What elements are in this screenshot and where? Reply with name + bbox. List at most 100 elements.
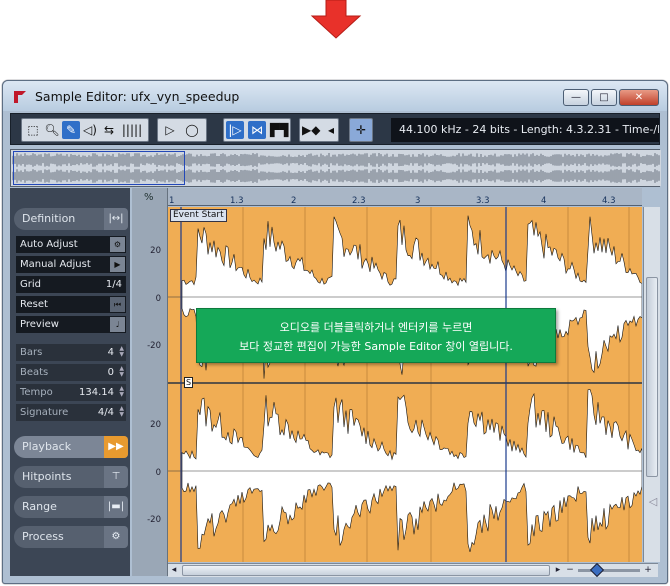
gear-icon: ⚙ [104, 526, 128, 548]
playback-section[interactable]: Playback ▶▶ [14, 436, 128, 458]
definition-section[interactable]: Definition |↔| [14, 208, 128, 230]
note-icon[interactable]: ♩ [110, 317, 125, 332]
cursor-icon[interactable]: ▶ [110, 257, 125, 272]
range-section[interactable]: Range |▬| [14, 496, 128, 518]
zoom-icon[interactable]: 🔍︎ [43, 121, 61, 139]
preview-row[interactable]: Preview ♩ [16, 316, 126, 333]
ruler-mark: 1 [169, 196, 175, 206]
waveform-editor[interactable]: Event Start S [168, 207, 642, 562]
scale-tick: 0 [155, 294, 161, 304]
bar-ruler[interactable]: 1 1.3 2 2.3 3 3.3 4 4.3 [168, 188, 642, 206]
ruler-mark: 1.3 [230, 196, 244, 206]
korean-tooltip: 오디오를 더블클릭하거나 엔터키를 누르면 보다 정교한 편집이 가능한 Sam… [196, 308, 556, 363]
bars-value[interactable]: 4 [108, 344, 114, 361]
bars-spinner-icon[interactable]: ▲ ▼ [119, 346, 124, 358]
percent-label: % [144, 192, 154, 203]
beats-row[interactable]: Beats 0 ▲ ▼ [16, 364, 126, 381]
signature-spinner-icon[interactable]: ▲ ▼ [119, 406, 124, 418]
overview-selection[interactable] [13, 151, 185, 185]
manual-adjust-row[interactable]: Manual Adjust ▶ [16, 256, 126, 273]
scroll-left-icon[interactable]: ◂ [168, 564, 180, 577]
zoom-out-icon[interactable]: − [564, 564, 576, 577]
toolbar: ⬚ 🔍︎ ✎ ◁) ⇆ ||||| ▷ ◯ |▷ ⋈ ▛▜ ▶◆ ◂ ✛ 44.… [10, 113, 660, 145]
grid-row[interactable]: Grid 1/4 [16, 276, 126, 293]
window-title: Sample Editor: ufx_vyn_speedup [35, 89, 240, 104]
tempo-label: Tempo [20, 387, 53, 398]
process-section[interactable]: Process ⚙ [14, 526, 128, 548]
ruler-mark: 3.3 [476, 196, 490, 206]
scale-tick: -20 [147, 341, 161, 351]
playback-label: Playback [22, 440, 72, 453]
autoscroll-icon[interactable]: ▛▜ [270, 121, 288, 139]
tool-group: ⬚ 🔍︎ ✎ ◁) ⇆ ||||| [21, 118, 149, 142]
tempo-spinner-icon[interactable]: ▲ ▼ [119, 386, 124, 398]
grid-label: Grid [20, 279, 41, 290]
title-bar: Sample Editor: ufx_vyn_speedup — □ ✕ [3, 81, 667, 111]
signature-row[interactable]: Signature 4/4 ▲ ▼ [16, 404, 126, 421]
audition-group: ▶◆ ◂ [299, 118, 339, 142]
snap-grid-group: ✛ [349, 118, 373, 142]
volume-arrow-icon[interactable]: ◂ [322, 121, 340, 139]
gear-icon[interactable]: ⚙ [110, 237, 125, 252]
tempo-value[interactable]: 134.14 [79, 384, 114, 401]
zoom-slider[interactable] [578, 569, 640, 572]
snap-icon[interactable]: |▷ [226, 121, 244, 139]
vertical-scroll-thumb[interactable] [646, 277, 658, 477]
reset-icon[interactable]: ⏮ [110, 297, 125, 312]
jump-icon[interactable]: ▶◆ [302, 121, 320, 139]
tooltip-line-2: 보다 정교한 편집이 가능한 Sample Editor 창이 열립니다. [239, 340, 513, 353]
play-icon[interactable]: ▷ [161, 121, 179, 139]
bars-row[interactable]: Bars 4 ▲ ▼ [16, 344, 126, 361]
ruler-mark: 2 [291, 196, 297, 206]
scroll-right-icon[interactable]: ▸ [552, 564, 564, 577]
waveform-display [168, 207, 642, 562]
inspector-panel: Definition |↔| Auto Adjust ⚙ Manual Adju… [10, 188, 130, 576]
warp-icon[interactable]: ⇆ [100, 121, 118, 139]
range-select-icon[interactable]: ⬚ [24, 121, 42, 139]
waveform-overview[interactable] [10, 149, 661, 187]
event-start-marker[interactable]: Event Start [170, 209, 227, 222]
beats-value[interactable]: 0 [108, 364, 114, 381]
range-label: Range [22, 500, 57, 513]
minimize-button[interactable]: — [563, 89, 589, 106]
down-arrow-icon [310, 0, 362, 39]
grid-icon[interactable]: ✛ [352, 121, 370, 139]
scale-tick: 20 [150, 420, 161, 430]
level-scale: % 20 0 -20 20 0 -20 [132, 188, 168, 576]
beats-spinner-icon[interactable]: ▲ ▼ [119, 366, 124, 378]
zoom-handle-icon[interactable]: ◁ [647, 495, 659, 511]
range-icon: |▬| [104, 496, 128, 518]
auto-adjust-label: Auto Adjust [20, 239, 78, 250]
sync-marker[interactable]: S [184, 377, 194, 388]
horizontal-scrollbar[interactable]: ◂ ▸ − + [168, 562, 658, 578]
ruler-mark: 4.3 [602, 196, 616, 206]
tooltip-line-1: 오디오를 더블클릭하거나 엔터키를 누르면 [279, 321, 473, 334]
playback-icon: ▶▶ [104, 436, 128, 458]
beats-label: Beats [20, 367, 49, 378]
snap-group: |▷ ⋈ ▛▜ [223, 118, 291, 142]
zoom-slider-knob[interactable] [589, 562, 605, 578]
horizontal-scroll-thumb[interactable] [182, 565, 550, 576]
hitpoints-section[interactable]: Hitpoints ⊤ [14, 466, 128, 488]
preview-label: Preview [20, 319, 59, 330]
hitpoints-label: Hitpoints [22, 470, 72, 483]
ruler-mark: 2.3 [352, 196, 366, 206]
bars-label: Bars [20, 347, 43, 358]
tempo-row[interactable]: Tempo 134.14 ▲ ▼ [16, 384, 126, 401]
loop-icon[interactable]: ◯ [183, 121, 201, 139]
hitpoint-icon[interactable]: ||||| [119, 121, 145, 139]
grid-value[interactable]: 1/4 [106, 276, 122, 293]
auto-adjust-row[interactable]: Auto Adjust ⚙ [16, 236, 126, 253]
ruler-mark: 3 [415, 196, 421, 206]
pencil-icon[interactable]: ✎ [62, 121, 80, 139]
maximize-button[interactable]: □ [591, 89, 617, 106]
signature-value[interactable]: 4/4 [98, 404, 114, 421]
reset-row[interactable]: Reset ⏮ [16, 296, 126, 313]
signature-label: Signature [20, 407, 69, 418]
scale-tick: 0 [155, 468, 161, 478]
speaker-icon[interactable]: ◁) [81, 121, 99, 139]
close-button[interactable]: ✕ [619, 89, 659, 106]
zero-crossing-icon[interactable]: ⋈ [248, 121, 266, 139]
cubase-logo-icon [14, 91, 26, 103]
zoom-in-icon[interactable]: + [642, 564, 654, 577]
